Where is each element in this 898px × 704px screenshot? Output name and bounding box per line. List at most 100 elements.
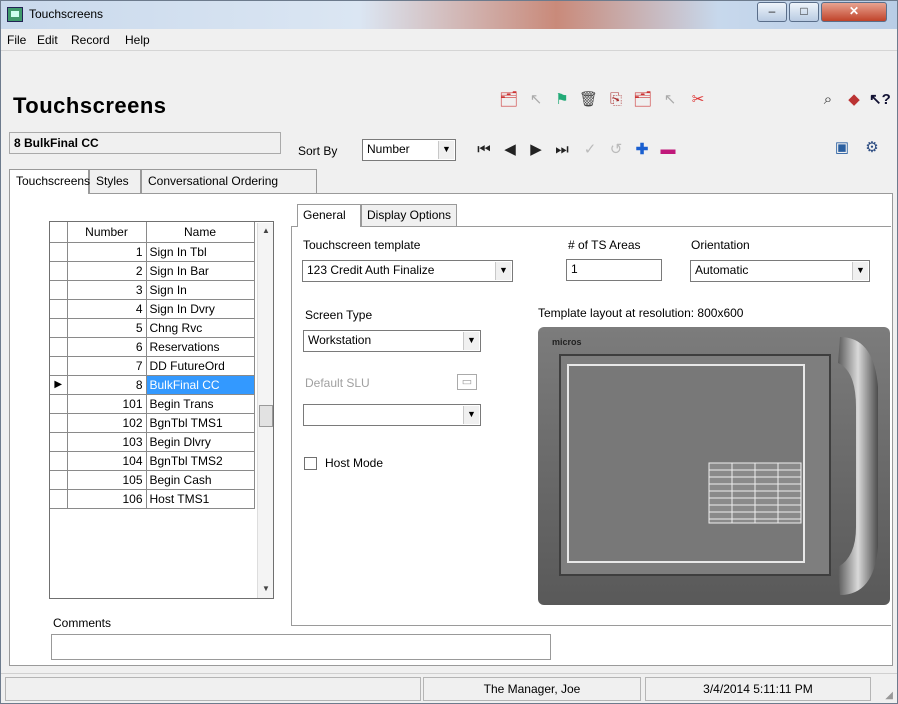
cell-number[interactable]: 6: [67, 337, 147, 357]
paste-record-icon[interactable]: 🗂: [633, 91, 652, 109]
cell-number[interactable]: 106: [67, 489, 147, 509]
tab-general[interactable]: General: [297, 204, 361, 227]
first-record-icon[interactable]: ⏮: [475, 141, 493, 159]
cell-number[interactable]: 4: [67, 299, 147, 319]
table-row[interactable]: 104 BgnTbl TMS2: [50, 451, 255, 471]
cell-number[interactable]: 101: [67, 394, 147, 414]
whats-this-help-icon[interactable]: ↖?: [869, 91, 891, 109]
cell-name[interactable]: BgnTbl TMS2: [146, 451, 255, 471]
ts-areas-field[interactable]: 1: [566, 259, 662, 281]
cell-number[interactable]: 3: [67, 280, 147, 300]
cell-number[interactable]: 8: [67, 375, 147, 395]
orientation-select[interactable]: Automatic ▼: [690, 260, 870, 282]
default-slu-select[interactable]: ▼: [303, 404, 481, 426]
scroll-up-icon[interactable]: ▲: [258, 223, 274, 239]
touchscreen-grid[interactable]: Number Name 1 Sign In Tbl 2 Sign In Bar 3 Sig…: [49, 221, 274, 599]
cell-name[interactable]: DD FutureOrd: [146, 356, 255, 376]
tab-conversational-ordering[interactable]: Conversational Ordering: [141, 169, 317, 193]
row-indicator: [50, 299, 68, 319]
cell-name[interactable]: Sign In Tbl: [146, 242, 255, 262]
menu-record[interactable]: Record: [71, 33, 110, 47]
monitor-icon[interactable]: ▣: [833, 139, 851, 157]
table-row[interactable]: 6 Reservations: [50, 337, 255, 357]
tab-touchscreens[interactable]: Touchscreens: [9, 169, 90, 194]
comments-field[interactable]: [51, 634, 551, 660]
undo-disabled-icon: ↺: [609, 141, 623, 158]
add-record-icon[interactable]: 🗂: [499, 91, 518, 109]
cell-name[interactable]: Sign In: [146, 280, 255, 300]
cell-number[interactable]: 2: [67, 261, 147, 281]
table-row[interactable]: 1 Sign In Tbl: [50, 242, 255, 262]
minimize-button[interactable]: –: [757, 2, 787, 22]
table-row[interactable]: 7 DD FutureOrd: [50, 356, 255, 376]
delete-trash-icon[interactable]: 🗑: [579, 91, 598, 109]
tab-styles[interactable]: Styles: [89, 169, 141, 193]
table-row[interactable]: 2 Sign In Bar: [50, 261, 255, 281]
table-row[interactable]: 101 Begin Trans: [50, 394, 255, 414]
people-icon[interactable]: ⚑: [553, 91, 571, 109]
cell-name[interactable]: Host TMS1: [146, 489, 255, 509]
cell-number[interactable]: 102: [67, 413, 147, 433]
cell-name[interactable]: Begin Cash: [146, 470, 255, 490]
cell-number[interactable]: 5: [67, 318, 147, 338]
cell-name[interactable]: Sign In Dvry: [146, 299, 255, 319]
host-mode-checkbox[interactable]: [304, 457, 317, 470]
screen-type-select[interactable]: Workstation ▼: [303, 330, 481, 352]
keypad: [708, 462, 802, 524]
menu-bar: File Edit Record Help: [1, 29, 897, 51]
row-indicator: [50, 280, 68, 300]
table-row[interactable]: 103 Begin Dlvry: [50, 432, 255, 452]
cell-number[interactable]: 105: [67, 470, 147, 490]
template-select[interactable]: 123 Credit Auth Finalize ▼: [302, 260, 513, 282]
cell-name[interactable]: Begin Dlvry: [146, 432, 255, 452]
cell-name[interactable]: BgnTbl TMS1: [146, 413, 255, 433]
sort-by-value: Number: [367, 142, 410, 156]
resize-grip-icon[interactable]: ◢: [885, 690, 893, 701]
grid-scrollbar[interactable]: ▲ ▼: [257, 223, 273, 598]
settings-gear-icon[interactable]: ⚙: [863, 139, 881, 157]
scroll-thumb[interactable]: [259, 405, 273, 427]
sort-by-select[interactable]: Number ▼: [362, 139, 456, 161]
cell-name[interactable]: Reservations: [146, 337, 255, 357]
menu-edit[interactable]: Edit: [37, 33, 58, 47]
search-binoculars-icon[interactable]: ⌕: [819, 91, 837, 109]
cell-number[interactable]: 7: [67, 356, 147, 376]
chevron-down-icon: ▼: [463, 406, 479, 424]
add-icon[interactable]: ✚: [633, 141, 651, 159]
column-header-number[interactable]: Number: [67, 222, 147, 243]
cell-name[interactable]: Chng Rvc: [146, 318, 255, 338]
column-header-name[interactable]: Name: [146, 222, 255, 243]
default-slu-label: Default SLU: [305, 376, 370, 390]
table-row[interactable]: ▶ 8 BulkFinal CC: [50, 375, 255, 395]
cell-name[interactable]: Sign In Bar: [146, 261, 255, 281]
table-row[interactable]: 105 Begin Cash: [50, 470, 255, 490]
cell-name[interactable]: BulkFinal CC: [146, 375, 255, 395]
previous-record-icon[interactable]: ◀: [501, 141, 519, 159]
last-record-icon[interactable]: ⏭: [553, 141, 571, 159]
table-row[interactable]: 102 BgnTbl TMS1: [50, 413, 255, 433]
cut-icon[interactable]: ✂: [689, 91, 707, 109]
cell-name[interactable]: Begin Trans: [146, 394, 255, 414]
cell-number[interactable]: 1: [67, 242, 147, 262]
table-row[interactable]: 4 Sign In Dvry: [50, 299, 255, 319]
table-row[interactable]: 5 Chng Rvc: [50, 318, 255, 338]
copy-record-icon[interactable]: ⎘: [607, 91, 625, 109]
scroll-down-icon[interactable]: ▼: [258, 581, 274, 597]
next-record-icon[interactable]: ▶: [527, 141, 545, 159]
cell-number[interactable]: 104: [67, 451, 147, 471]
menu-help[interactable]: Help: [125, 33, 150, 47]
help-book-icon[interactable]: ◆: [845, 91, 863, 109]
row-indicator: [50, 432, 68, 452]
remove-icon[interactable]: ▬: [659, 141, 677, 159]
title-bar[interactable]: Touchscreens – □ ✕: [1, 1, 897, 29]
grid-table: Number Name 1 Sign In Tbl 2 Sign In Bar 3 Sig…: [50, 222, 255, 509]
table-row[interactable]: 106 Host TMS1: [50, 489, 255, 509]
maximize-button[interactable]: □: [789, 2, 819, 22]
close-button[interactable]: ✕: [821, 2, 887, 22]
folder-icon[interactable]: ▭: [457, 374, 477, 390]
cell-number[interactable]: 103: [67, 432, 147, 452]
menu-file[interactable]: File: [7, 33, 26, 47]
table-row[interactable]: 3 Sign In: [50, 280, 255, 300]
grid-header: Number Name: [50, 222, 255, 243]
tab-display-options[interactable]: Display Options: [361, 204, 457, 226]
